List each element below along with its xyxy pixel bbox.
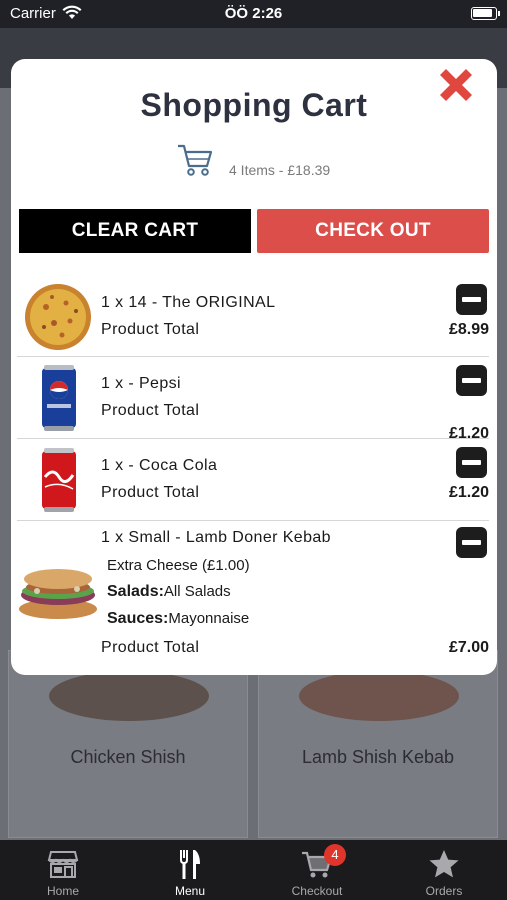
cart-item: 1 x - Pepsi Product Total £1.20 <box>17 357 489 442</box>
tab-menu[interactable]: Menu <box>127 840 253 900</box>
menu-card-chicken-shish[interactable]: Chicken Shish <box>8 650 248 838</box>
item-price: £8.99 <box>448 321 489 338</box>
pizza-image <box>25 284 91 350</box>
tab-orders[interactable]: Orders <box>381 840 507 900</box>
item-name: 1 x - Pepsi <box>101 375 181 392</box>
cart-item: 1 x Small - Lamb Doner Kebab Extra Chees… <box>17 521 489 675</box>
salads-value: All Salads <box>163 583 231 600</box>
cart-count-badge: 4 <box>324 844 346 866</box>
cart-item: 1 x - Coca Cola Product Total £1.20 <box>17 439 489 521</box>
item-price: £7.00 <box>448 639 489 656</box>
item-price: £1.20 <box>448 484 489 501</box>
coca-cola-can-image <box>42 448 76 512</box>
salads-label: Salads: <box>107 583 164 600</box>
product-total-label: Product Total <box>101 402 200 419</box>
product-total-label: Product Total <box>101 639 200 656</box>
chicken-shish-image <box>49 671 209 721</box>
lamb-shish-image <box>299 671 459 721</box>
store-icon <box>47 851 79 878</box>
checkout-button[interactable]: CHECK OUT <box>257 209 489 253</box>
battery-icon <box>471 7 500 20</box>
page-title: Shopping Cart <box>140 87 368 123</box>
remove-item-button[interactable] <box>456 284 487 315</box>
remove-item-button[interactable] <box>456 447 487 478</box>
tab-label: Home <box>46 884 79 898</box>
pepsi-can-image <box>42 365 76 431</box>
cart-item: 1 x 14 - The ORIGINAL Product Total £8.9… <box>17 277 489 357</box>
star-icon <box>429 850 459 878</box>
sauces-value: Mayonnaise <box>168 610 250 627</box>
tab-label: Menu <box>174 884 206 898</box>
product-total-label: Product Total <box>101 321 200 338</box>
tab-label: Orders <box>425 884 463 898</box>
item-salads-option: Salads:All Salads <box>107 583 231 601</box>
item-name: 1 x - Coca Cola <box>101 457 218 474</box>
clear-cart-button[interactable]: CLEAR CART <box>19 209 251 253</box>
menu-card-label: Chicken Shish <box>70 747 186 767</box>
remove-item-button[interactable] <box>456 365 487 396</box>
sauces-label: Sauces: <box>107 610 169 627</box>
shopping-cart-modal: Shopping Cart 4 Items - £18.39 CLEAR CAR… <box>11 59 497 675</box>
item-name: 1 x 14 - The ORIGINAL <box>101 294 276 311</box>
kebab-wrap-image <box>19 569 97 619</box>
tab-checkout[interactable]: 4 Checkout <box>254 840 380 900</box>
item-sauces-option: Sauces:Mayonnaise <box>107 610 249 628</box>
tab-home[interactable]: Home <box>0 840 126 900</box>
menu-card-label: Lamb Shish Kebab <box>301 747 455 767</box>
remove-item-button[interactable] <box>456 527 487 558</box>
menu-card-lamb-shish-kebab[interactable]: Lamb Shish Kebab <box>258 650 498 838</box>
fork-knife-icon <box>180 850 200 879</box>
clock-label: ÖÖ 2:26 <box>224 5 283 22</box>
item-name: 1 x Small - Lamb Doner Kebab <box>101 529 331 546</box>
status-bar: Carrier ÖÖ 2:26 <box>0 0 507 28</box>
cart-icon <box>178 144 213 176</box>
item-extra-option: Extra Cheese (£1.00) <box>107 557 250 574</box>
tab-bar: Home Menu 4 Checkout Orders <box>0 840 507 900</box>
cart-summary: 4 Items - £18.39 <box>229 162 331 178</box>
tab-label: Checkout <box>291 884 343 898</box>
product-total-label: Product Total <box>101 484 200 501</box>
